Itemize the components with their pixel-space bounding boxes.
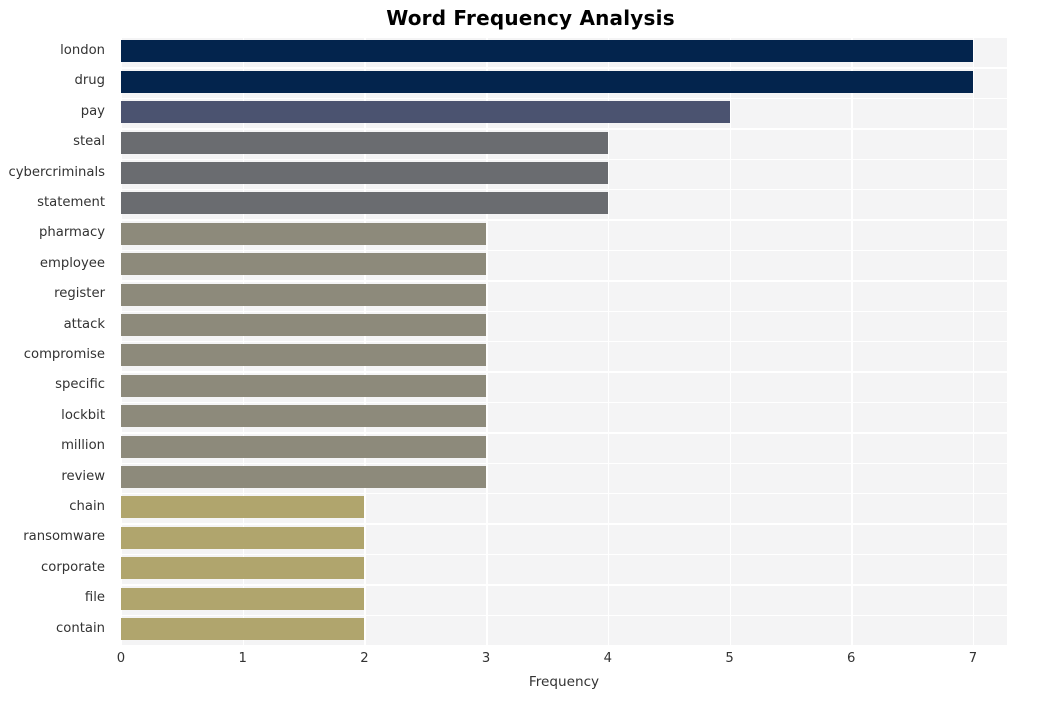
bar-row (121, 463, 1007, 493)
x-axis-label: Frequency (528, 674, 600, 690)
bar-row (121, 280, 1007, 310)
y-tick-label-employee: employee (39, 255, 105, 271)
y-tick-label-statement: statement (37, 195, 105, 210)
bar-statement (121, 192, 608, 215)
y-tick-label-pay: pay (80, 103, 105, 119)
y-tick-label-file: file (84, 590, 105, 606)
bar-london (121, 40, 973, 63)
bar-register (121, 283, 487, 306)
bar-lockbit (121, 405, 487, 428)
y-tick-label-steal: steal (73, 134, 105, 150)
y-tick-label-review: review (61, 468, 105, 484)
y-tick-label-compromise: compromise (23, 347, 105, 362)
bar-row (121, 98, 1007, 128)
bar-employee (121, 253, 487, 276)
y-axis-tick-labels: london drug pay steal cybercriminals statemen… (0, 37, 113, 645)
y-tick-label-ransomware: ransomware (23, 529, 105, 545)
bar-row (121, 219, 1007, 249)
bar-compromise (121, 344, 487, 367)
bar-pay (121, 101, 730, 124)
x-tick-label-4: 4 (603, 651, 613, 666)
bar-contain (121, 617, 365, 640)
y-tick-label-million: million (61, 438, 105, 454)
word-frequency-chart-figure: Word Frequency Analysis london drug pay ste… (0, 0, 1061, 701)
bar-row (121, 371, 1007, 401)
y-tick-label-lockbit: lockbit (61, 407, 105, 423)
x-tick-label-1: 1 (238, 651, 247, 666)
bar-row (121, 523, 1007, 553)
chart-title: Word Frequency Analysis (386, 6, 675, 30)
y-tick-label-attack: attack (63, 316, 105, 332)
bar-row (121, 432, 1007, 462)
bar-row (121, 159, 1007, 189)
bar-million (121, 435, 487, 458)
bar-ransomware (121, 526, 365, 549)
gridline-horizontal-20 (121, 645, 1007, 647)
bar-row (121, 584, 1007, 614)
bar-drug (121, 70, 973, 93)
x-tick-label-5: 5 (725, 651, 734, 666)
bar-row (121, 554, 1007, 584)
bar-pharmacy (121, 222, 487, 245)
bar-row (121, 128, 1007, 158)
bar-chain (121, 496, 365, 519)
bar-specific (121, 374, 487, 397)
y-tick-label-contain: contain (56, 620, 105, 636)
x-tick-label-0: 0 (116, 651, 126, 666)
x-tick-label-6: 6 (847, 651, 856, 666)
y-tick-label-london: london (60, 43, 105, 58)
x-tick-label-3: 3 (481, 651, 491, 666)
bar-steal (121, 131, 608, 154)
x-axis-tick-labels: 0 1 2 3 4 5 6 7 (117, 649, 1007, 671)
bar-row (121, 67, 1007, 97)
bar-row (121, 402, 1007, 432)
bar-row (121, 341, 1007, 371)
bar-row (121, 311, 1007, 341)
plot-area (121, 37, 1007, 647)
bar-row (121, 250, 1007, 280)
y-tick-label-register: register (54, 286, 105, 302)
y-tick-label-corporate: corporate (41, 559, 105, 575)
bar-row (121, 189, 1007, 219)
y-tick-label-specific: specific (55, 377, 105, 393)
bar-review (121, 465, 487, 488)
bar-row (121, 493, 1007, 523)
bar-row (121, 37, 1007, 67)
bar-file (121, 587, 365, 610)
bar-cybercriminals (121, 161, 608, 184)
y-tick-label-drug: drug (74, 73, 105, 89)
bar-corporate (121, 557, 365, 580)
y-tick-label-chain: chain (69, 499, 105, 514)
y-tick-label-pharmacy: pharmacy (39, 225, 105, 241)
bar-row (121, 615, 1007, 645)
x-tick-label-2: 2 (360, 651, 369, 666)
bar-attack (121, 313, 487, 336)
y-tick-label-cybercriminals: cybercriminals (8, 164, 106, 180)
x-tick-label-7: 7 (968, 651, 978, 666)
